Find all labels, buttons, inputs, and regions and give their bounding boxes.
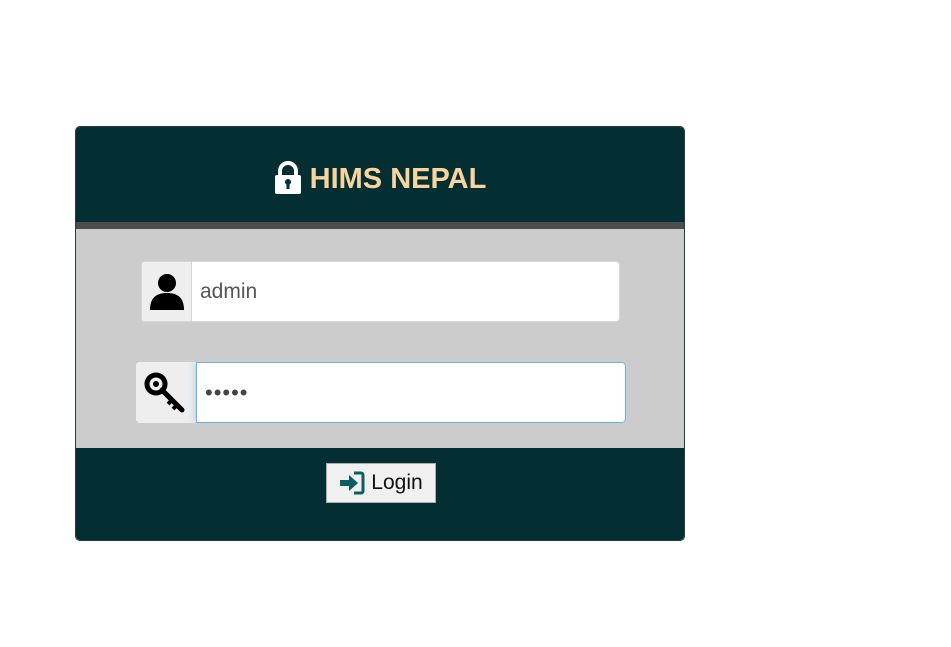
app-title: HIMS NEPAL (309, 163, 487, 195)
password-input[interactable] (196, 362, 626, 423)
key-icon (136, 362, 196, 423)
password-group (136, 362, 626, 423)
panel-footer: Login (76, 448, 684, 540)
username-group (141, 261, 620, 322)
sign-in-icon (339, 471, 365, 495)
login-button[interactable]: Login (326, 463, 436, 503)
login-label: Login (371, 471, 423, 494)
username-input[interactable] (192, 262, 619, 321)
lock-icon (274, 160, 302, 195)
form-body (76, 229, 684, 448)
header-divider (76, 222, 684, 229)
login-panel: HIMS NEPAL admin ••••• Login (75, 126, 685, 541)
panel-header: HIMS NEPAL (76, 127, 684, 222)
user-icon (142, 262, 192, 321)
page-title: HIMS NEPAL (274, 160, 487, 196)
